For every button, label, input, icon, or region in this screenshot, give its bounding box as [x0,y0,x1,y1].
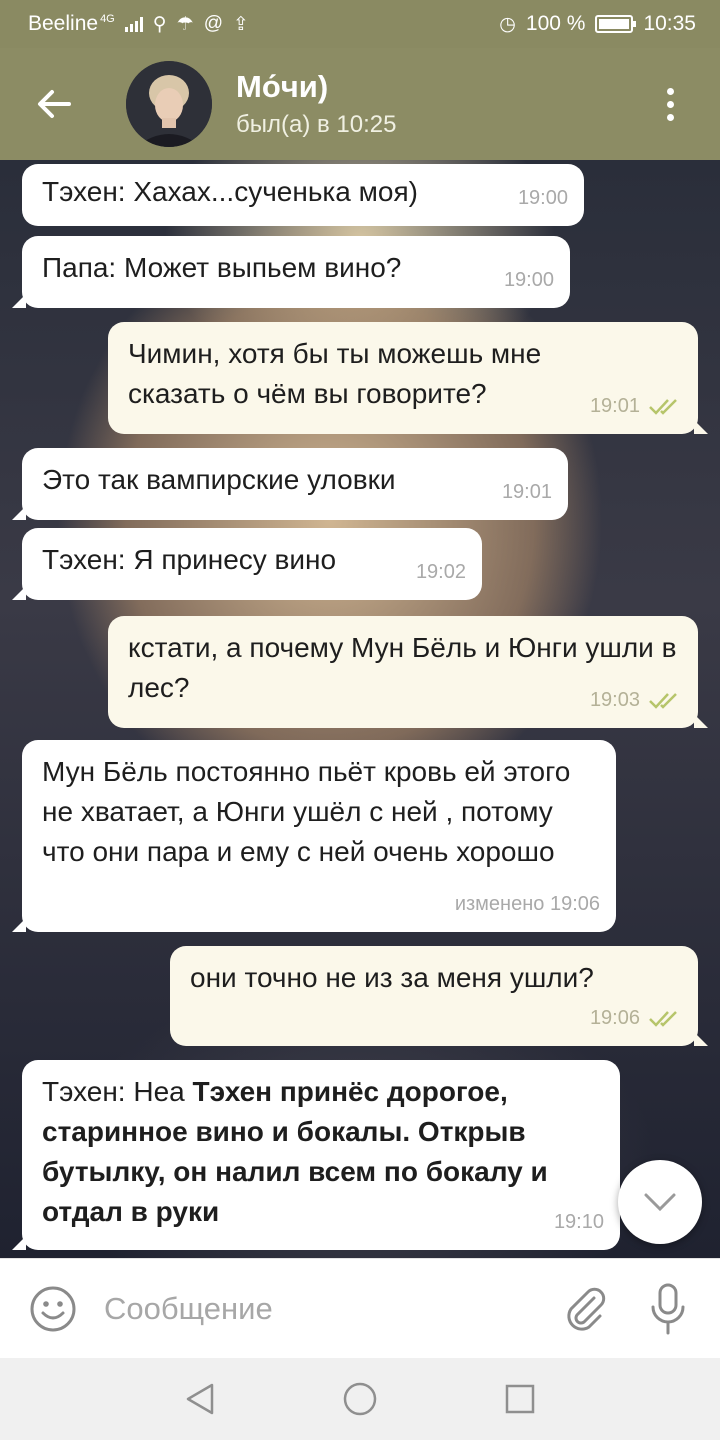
at-icon: @ [203,13,224,34]
attach-icon [567,1287,606,1331]
message-bubble[interactable]: они точно не из за меня ушли? 19:06 [170,946,708,1046]
emoji-icon [30,1286,76,1331]
message-bubble[interactable]: Тэхен: Неа Тэхен принёс дорогое, старинн… [12,1060,620,1250]
alarm-icon: ◷ [499,13,516,35]
chevron-down-icon [644,1193,676,1212]
message-text: Тэхен: Я принесу вино [42,544,337,575]
signal-icon [124,16,143,32]
message-time: 19:00 [503,269,554,291]
avatar[interactable] [126,61,212,147]
message-time: 19:01 [501,481,552,503]
more-options-button[interactable] [650,74,690,134]
double-check-icon [649,399,677,415]
carrier-label: Beeline [28,12,99,35]
scroll-down-button[interactable] [618,1160,702,1244]
message-time: 19:01 [590,386,682,426]
message-composer [0,1258,720,1358]
message-text: Тэхен: Хахах...сученька моя) [42,176,418,207]
battery-percent: 100 % [525,12,586,35]
chat-title[interactable]: Мо́чи) [236,69,650,105]
last-seen-status: был(а) в 10:25 [236,111,397,138]
message-time: 19:10 [553,1211,604,1233]
nav-back-icon [186,1383,214,1415]
back-button[interactable] [26,76,82,132]
message-input[interactable] [104,1290,560,1327]
double-check-icon [649,1011,677,1027]
voice-message-button[interactable] [648,1281,688,1337]
double-check-icon [649,693,677,709]
umbrella-icon: ☂ [176,13,194,35]
attach-button[interactable] [560,1284,610,1334]
message-bubble[interactable]: Папа: Может выпьем вино? 19:00 [12,236,570,308]
message-bubble[interactable]: Тэхен: Я принесу вино 19:02 [12,528,482,600]
message-text: Тэхен: Неа Тэхен принёс дорогое, старинн… [42,1076,548,1227]
message-bubble[interactable]: Мун Бёль постоянно пьёт кровь ей этого н… [12,740,616,932]
nav-back-button[interactable] [175,1374,225,1424]
message-time: 19:06 [590,998,682,1038]
message-text: Это так вампирские уловки [42,464,396,495]
message-text: Чимин, хотя бы ты можешь мне сказать о ч… [128,338,542,409]
message-time: 19:03 [590,680,682,720]
battery-icon [595,15,637,33]
more-vert-icon [666,87,674,121]
search-icon: ⚲ [152,13,167,35]
message-bubble[interactable]: Тэхен: Хахах...сученька моя) 19:00 [22,164,584,226]
message-time: изменено 19:06 [454,893,600,915]
nav-recents-button[interactable] [495,1374,545,1424]
nav-recents-icon [505,1384,535,1414]
system-navigation-bar [0,1358,720,1440]
message-bubble[interactable]: Это так вампирские уловки 19:01 [12,448,568,520]
mic-icon [651,1283,685,1334]
message-text: Мун Бёль постоянно пьёт кровь ей этого н… [42,756,571,867]
message-bubble[interactable]: Чимин, хотя бы ты можешь мне сказать о ч… [108,322,708,434]
message-text: они точно не из за меня ушли? [190,962,594,993]
avatar-image [126,61,212,147]
download-icon: ⇪ [233,13,249,35]
nav-home-icon [343,1382,377,1416]
clock: 10:35 [643,12,696,35]
network-label: 4G [100,13,115,25]
status-bar: Beeline 4G ⚲ ☂ @ ⇪ ◷ 100 % 10:35 [0,0,720,48]
back-arrow-icon [38,90,71,118]
message-time: 19:00 [517,187,568,209]
message-bubble[interactable]: кстати, а почему Мун Бёль и Юнги ушли в … [108,616,708,728]
chat-area[interactable]: Тэхен: Хахах...сученька моя) 19:00 Папа:… [0,160,720,1258]
message-time: 19:02 [415,561,466,583]
chat-header: Мо́чи) был(а) в 10:25 [0,48,720,160]
nav-home-button[interactable] [335,1374,385,1424]
message-text: Папа: Может выпьем вино? [42,252,402,283]
emoji-button[interactable] [28,1284,78,1334]
